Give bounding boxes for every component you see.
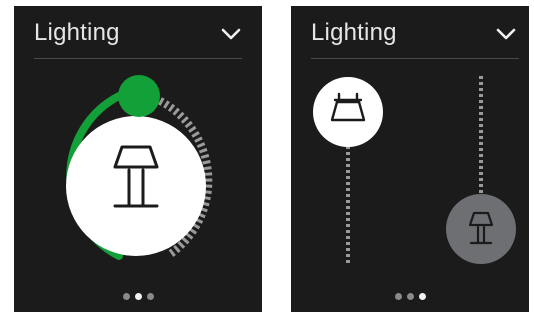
page-dot-1[interactable] — [394, 293, 402, 300]
page-dot-2[interactable] — [134, 293, 142, 300]
page-dot-2[interactable] — [406, 293, 414, 300]
ceiling-lamp-slider-knob[interactable] — [313, 77, 383, 147]
circular-dimmer[interactable] — [14, 6, 262, 312]
page-dot-3[interactable] — [418, 293, 426, 300]
dimmer-knob[interactable] — [118, 75, 160, 117]
dimmer-center-disc[interactable] — [66, 116, 206, 256]
slider-area — [313, 76, 516, 266]
page-indicator — [14, 293, 262, 300]
lighting-dimmer-panel: Lighting — [14, 6, 262, 312]
lighting-sliders-panel: Lighting — [291, 6, 529, 312]
page-indicator — [291, 293, 529, 300]
page-dot-3[interactable] — [146, 293, 154, 300]
table-lamp-slider-knob[interactable] — [446, 194, 516, 264]
page-dot-1[interactable] — [122, 293, 130, 300]
